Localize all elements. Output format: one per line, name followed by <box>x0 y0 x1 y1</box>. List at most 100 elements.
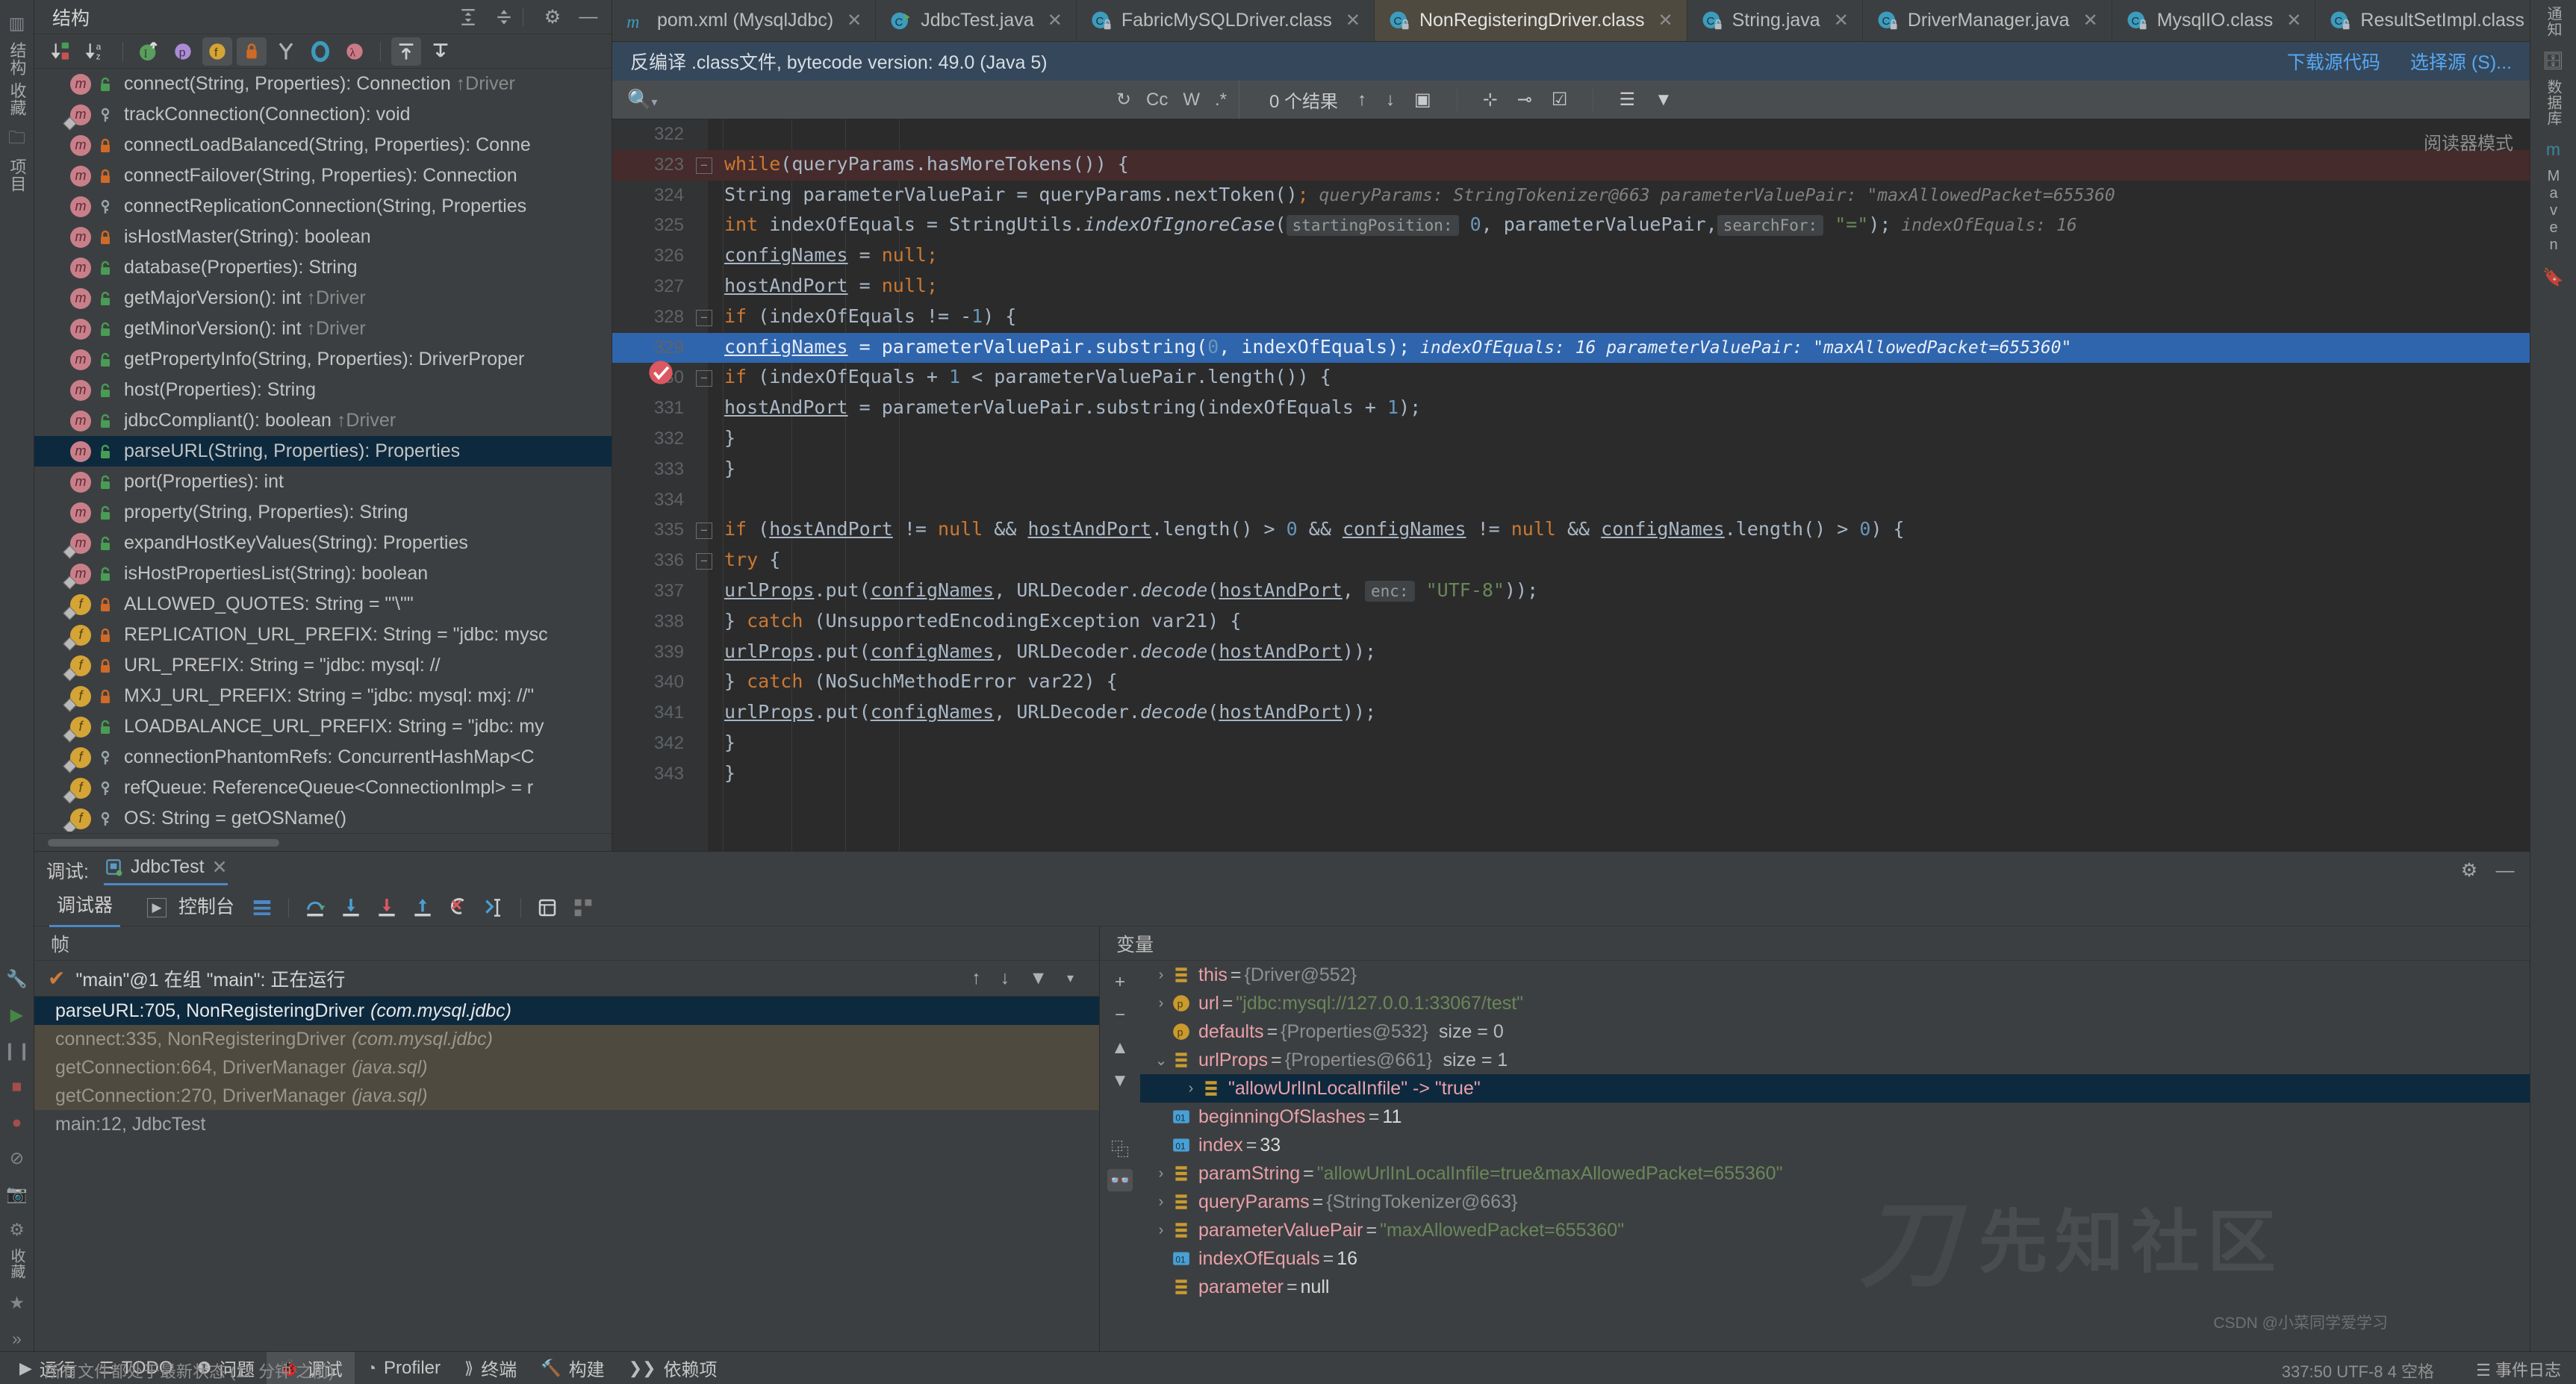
editor-tab[interactable]: C String.java ✕ <box>1687 0 1863 41</box>
status-bar-item[interactable]: 🔨 构建 <box>529 1352 616 1384</box>
code-line[interactable]: 331 hostAndPort = parameterValuePair.sub… <box>612 393 2530 424</box>
structure-tree-item[interactable]: m isHostPropertiesList(String): boolean <box>34 558 612 590</box>
structure-tree-item[interactable]: f connectionPhantomRefs: ConcurrentHashMa… <box>34 742 612 773</box>
expander-icon[interactable]: › <box>1151 1222 1172 1239</box>
close-icon[interactable]: ✕ <box>1345 10 1360 31</box>
code-line[interactable]: 322 <box>612 119 2530 150</box>
sort-by-visibility-icon[interactable] <box>48 37 78 66</box>
stack-frame-item[interactable]: parseURL:705, NonRegisteringDriver (com.m… <box>34 997 1099 1025</box>
mute-breakpoints-icon[interactable] <box>567 893 599 923</box>
step-out-icon[interactable] <box>407 893 438 923</box>
prev-match-icon[interactable]: ↑ <box>1357 90 1366 110</box>
structure-horizontal-scrollbar[interactable] <box>34 833 612 851</box>
regex-icon[interactable]: .* <box>1215 90 1227 110</box>
structure-tree-item[interactable]: f refQueue: ReferenceQueue<ConnectionImpl… <box>34 773 612 804</box>
copy-value-icon[interactable]: ⿻ <box>1107 1136 1133 1160</box>
close-icon[interactable]: ✕ <box>2286 10 2301 31</box>
expander-icon[interactable]: › <box>1151 967 1172 984</box>
variable-row[interactable]: 01 index = 33 <box>1140 1131 2530 1159</box>
editor-tab-bar[interactable]: m pom.xml (MysqlJdbc) ✕ C JdbcTest.java ✕ C Fab… <box>612 0 2530 42</box>
layout-icon[interactable] <box>246 893 278 923</box>
structure-tree-item[interactable]: m connectReplicationConnection(String, Pr… <box>34 191 612 222</box>
code-line[interactable]: 327 hostAndPort = null; <box>612 272 2530 302</box>
variable-row[interactable]: › paramString = "allowUrlInLocalInfile=true… <box>1140 1159 2530 1188</box>
event-log-button[interactable]: ☰ 事件日志 <box>2476 1357 2561 1381</box>
editor-tab[interactable]: C DriverManager.java ✕ <box>1863 0 2112 41</box>
show-anonymous-icon[interactable] <box>305 37 335 66</box>
stop-icon[interactable]: ■ <box>4 1073 30 1099</box>
force-step-into-icon[interactable] <box>371 893 402 923</box>
fold-marker-icon[interactable]: − <box>696 553 712 570</box>
show-fields-icon[interactable]: f <box>202 37 232 66</box>
evaluate-icon[interactable] <box>532 893 563 923</box>
editor-tab[interactable]: C MysqlIO.class ✕ <box>2112 0 2316 41</box>
editor-tab[interactable]: C FabricMySQLDriver.class ✕ <box>1077 0 1375 41</box>
remove-watch-icon[interactable]: − <box>1107 1004 1133 1026</box>
variable-row[interactable]: 01 beginningOfSlashes = 11 <box>1140 1103 2530 1131</box>
breakpoint-icon[interactable] <box>648 360 673 385</box>
match-case-icon[interactable]: Cc <box>1146 90 1168 110</box>
camera-icon[interactable]: 📷 <box>4 1181 30 1206</box>
structure-tree-item[interactable]: m expandHostKeyValues(String): Properties <box>34 528 612 559</box>
structure-tree-item[interactable]: f REPLICATION_URL_PREFIX: String = "jdbc:… <box>34 620 612 651</box>
structure-tree-item[interactable]: m connectFailover(String, Properties): Co… <box>34 160 612 191</box>
left-tool-strip[interactable]: ▥ 结构 收藏 🗀 项目 🔧 ▶ ❙❙ ■ ● ⊘ 📷 ⚙ 收藏 ★ » <box>0 0 34 1351</box>
run-to-cursor-icon[interactable] <box>479 893 510 923</box>
structure-tree-item[interactable]: m port(Properties): int <box>34 467 612 497</box>
structure-tree-item[interactable]: f LOADBALANCE_URL_PREFIX: String = "jdbc:… <box>34 711 612 743</box>
close-icon[interactable]: ✕ <box>2083 10 2098 31</box>
stack-frame-item[interactable]: connect:335, NonRegisteringDriver (com.my… <box>34 1025 1099 1053</box>
left-strip-favorites[interactable]: 收藏 <box>6 1248 28 1279</box>
variable-row[interactable]: p defaults = {Properties@532} size = 0 <box>1140 1017 2530 1046</box>
maven-strip-icon[interactable]: m <box>2541 137 2566 162</box>
right-tool-strip[interactable]: 通知 🗄 数据库 m Maven 🔖 <box>2530 0 2576 1351</box>
database-icon[interactable]: 🗄 <box>2541 48 2566 73</box>
code-line[interactable]: 324 String parameterValuePair = queryPar… <box>612 181 2530 211</box>
structure-tree-item[interactable]: m parseURL(String, Properties): Propertie… <box>34 436 612 467</box>
editor-tab[interactable]: m pom.xml (MysqlJdbc) ✕ <box>612 0 877 41</box>
sort-alphabetically-icon[interactable]: a z <box>82 37 112 66</box>
code-line[interactable]: 333 } <box>612 455 2530 485</box>
play-sidebar-icon[interactable]: ▶ <box>4 1002 30 1027</box>
add-filter-icon[interactable]: ⊹ <box>1483 89 1498 110</box>
code-line[interactable]: 339 urlProps.put(configNames, URLDecoder… <box>612 638 2530 668</box>
code-line[interactable]: 326 configNames = null; <box>612 241 2530 272</box>
stack-frame-item[interactable]: main:12, JdbcTest <box>34 1110 1099 1138</box>
reader-mode-label[interactable]: 阅读器模式 <box>2424 128 2513 155</box>
code-line[interactable]: 341 urlProps.put(configNames, URLDecoder… <box>612 698 2530 729</box>
variables-list[interactable]: › this = {Driver@552} › p url = "jdbc:mysql://12… <box>1140 961 2530 1351</box>
download-sources-link[interactable]: 下载源代码 <box>2287 48 2380 75</box>
code-line[interactable]: 340 } catch (NoSuchMethodError var22) { <box>612 667 2530 698</box>
left-strip-label-0[interactable]: 结构 <box>5 42 29 76</box>
structure-tree-item[interactable]: m host(Properties): String <box>34 375 612 405</box>
tab-debugger[interactable]: 调试器 <box>49 888 121 927</box>
code-line[interactable]: 330− if (indexOfEquals + 1 < parameterVa… <box>612 363 2530 393</box>
frames-list[interactable]: parseURL:705, NonRegisteringDriver (com.m… <box>34 997 1099 1138</box>
variable-row[interactable]: 01 indexOfEquals = 16 <box>1140 1244 2530 1273</box>
move-up-icon[interactable]: ▲ <box>1107 1037 1133 1059</box>
close-icon[interactable]: ✕ <box>1834 10 1849 31</box>
project-folder-icon[interactable]: 🗀 <box>4 127 30 152</box>
frames-up-icon[interactable]: ↑ <box>971 967 981 989</box>
wrench-icon[interactable]: 🔧 <box>4 966 30 991</box>
variable-row[interactable]: › queryParams = {StringTokenizer@663} <box>1140 1188 2530 1216</box>
variable-row[interactable]: ⌄ urlProps = {Properties@661} size = 1 <box>1140 1046 2530 1074</box>
drop-frame-icon[interactable] <box>443 893 474 923</box>
variable-row[interactable]: parameter = null <box>1140 1273 2530 1301</box>
expander-icon[interactable]: ⌄ <box>1151 1051 1172 1070</box>
code-line[interactable]: 343 } <box>612 759 2530 790</box>
toggle-filter-icon[interactable]: ☑ <box>1552 89 1568 110</box>
right-strip-notifications[interactable]: 通知 <box>2542 6 2564 37</box>
frames-filter-icon[interactable]: ▼ <box>1029 967 1048 989</box>
structure-tree-item[interactable]: m getMinorVersion(): int ↑Driver <box>34 314 612 344</box>
close-icon[interactable]: ✕ <box>212 856 228 879</box>
move-down-icon[interactable]: ▼ <box>1107 1070 1133 1092</box>
fold-marker-icon[interactable]: − <box>696 523 712 540</box>
code-line[interactable]: 329 configNames = parameterValuePair.sub… <box>612 332 2530 364</box>
code-line[interactable]: 325 int indexOfEquals = StringUtils.inde… <box>612 211 2530 241</box>
code-line[interactable]: 342 } <box>612 729 2530 759</box>
structure-tree-item[interactable]: m trackConnection(Connection): void <box>34 99 612 131</box>
tab-console[interactable]: 控制台 <box>171 889 242 926</box>
step-over-icon[interactable] <box>299 893 331 923</box>
structure-tree[interactable]: m connect(String, Properties): Connection… <box>34 69 612 832</box>
